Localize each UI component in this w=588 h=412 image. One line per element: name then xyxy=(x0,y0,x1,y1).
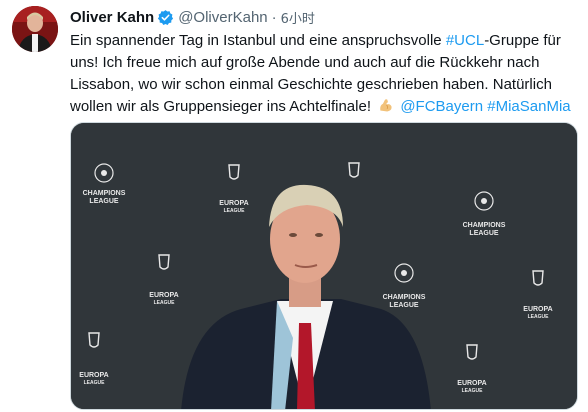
tweet-text-segment: -Gruppe für xyxy=(484,32,561,49)
backdrop-text: LEAGUE xyxy=(224,208,246,214)
backdrop-text: LEAGUE xyxy=(462,388,484,394)
backdrop-text: CHAMPIONS xyxy=(383,294,426,301)
tweet-line-4: wollen wir als Gruppensieger ins Achtelf… xyxy=(70,96,582,118)
backdrop-text: EUROPA xyxy=(149,292,178,299)
backdrop-text: LEAGUE xyxy=(469,230,499,237)
backdrop-text: EUROPA xyxy=(523,306,552,313)
header-separator: · xyxy=(271,8,277,26)
tweet-photo[interactable]: CHAMPIONS LEAGUE CHAMPIONS LEAGUE CHAMPI… xyxy=(70,122,578,410)
mention-fcbayern-link[interactable]: @FCBayern xyxy=(400,98,483,115)
backdrop-text: EUROPA xyxy=(219,200,248,207)
author-handle[interactable]: @OliverKahn xyxy=(178,9,267,26)
tweet-text-segment: Ein spannender Tag in Istanbul und eine … xyxy=(70,32,446,49)
backdrop-text: LEAGUE xyxy=(89,198,119,205)
tweet-text-segment: wollen wir als Gruppensieger ins Achtelf… xyxy=(70,98,376,115)
hashtag-ucl-link[interactable]: #UCL xyxy=(446,32,484,49)
backdrop-text: CHAMPIONS xyxy=(463,222,506,229)
tweet-header: Oliver Kahn @OliverKahn · 6小时 xyxy=(70,6,315,28)
author-name[interactable]: Oliver Kahn xyxy=(70,9,154,26)
tweet-timestamp[interactable]: 6小时 xyxy=(281,8,315,27)
avatar[interactable] xyxy=(12,6,58,52)
verified-badge-icon xyxy=(157,9,174,26)
backdrop-text: CHAMPIONS xyxy=(83,190,126,197)
flexed-biceps-emoji-icon xyxy=(377,97,394,114)
backdrop-text: EUROPA xyxy=(457,380,486,387)
tweet-line-1: Ein spannender Tag in Istanbul und eine … xyxy=(70,30,582,52)
tweet-text: Ein spannender Tag in Istanbul und eine … xyxy=(70,30,582,118)
hashtag-miasanmia-link[interactable]: #MiaSanMia xyxy=(487,98,570,115)
backdrop-text: LEAGUE xyxy=(528,314,550,320)
backdrop-text: LEAGUE xyxy=(154,300,176,306)
backdrop-text: LEAGUE xyxy=(84,380,106,386)
tweet[interactable]: Oliver Kahn @OliverKahn · 6小时 Ein spanne… xyxy=(0,0,588,412)
backdrop-text: EUROPA xyxy=(79,372,108,379)
tweet-line-2: uns! Ich freue mich auf große Abende und… xyxy=(70,54,540,71)
backdrop-text: LEAGUE xyxy=(389,302,419,309)
tweet-line-3: Lissabon, wo wir schon einmal Geschichte… xyxy=(70,76,552,93)
